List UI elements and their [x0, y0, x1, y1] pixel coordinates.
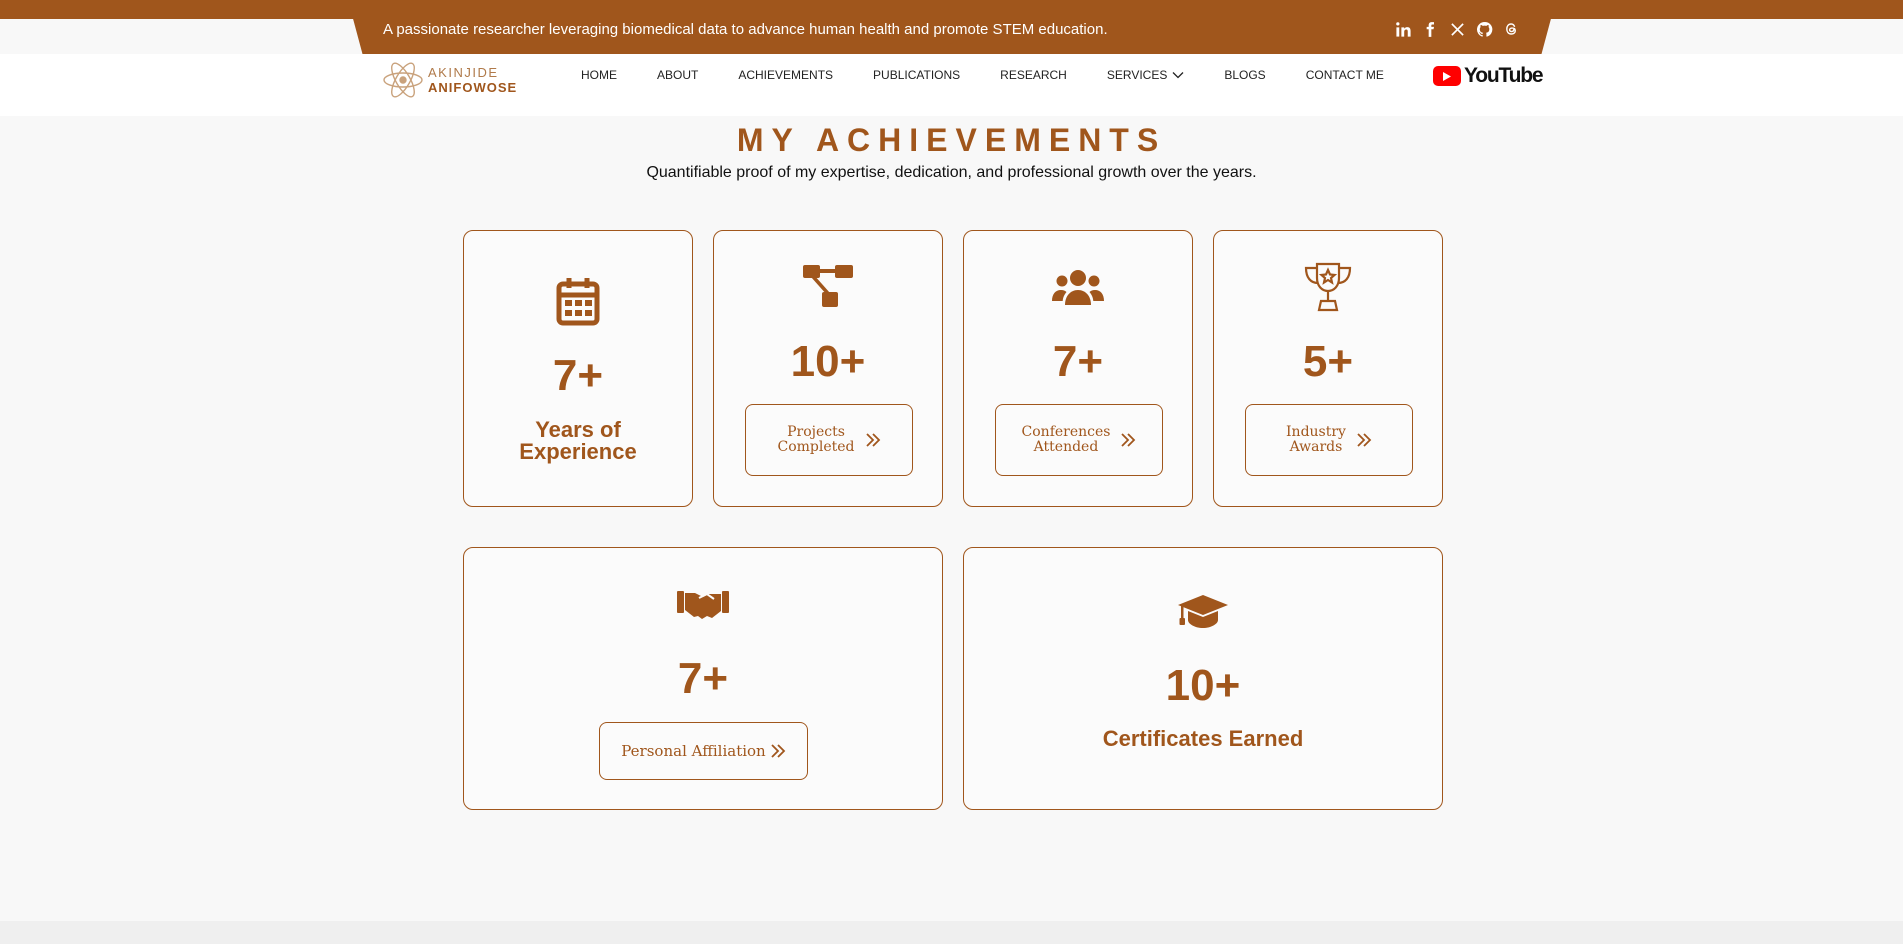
footer-strip [0, 921, 1903, 944]
handshake-icon [464, 586, 942, 620]
certificates-value: 10+ [1165, 661, 1241, 710]
top-bar: A passionate researcher leveraging biome… [0, 0, 1903, 54]
site-logo[interactable]: AKINJIDE ANIFOWOSE [382, 60, 517, 100]
nav-publications[interactable]: PUBLICATIONS [873, 68, 960, 82]
card-conferences: 7+ Conferences Attended [963, 230, 1193, 507]
affiliation-button-label: Personal Affiliation [621, 741, 766, 760]
projects-value: 10+ [790, 337, 866, 386]
affiliation-value: 7+ [677, 654, 729, 703]
projects-button[interactable]: Projects Completed [745, 404, 913, 476]
affiliation-button[interactable]: Personal Affiliation [599, 722, 808, 780]
projects-button-label: Projects Completed [777, 424, 855, 455]
certificates-label: Certificates Earned [1102, 726, 1304, 751]
section-title: MY ACHIEVEMENTS [736, 122, 1167, 158]
main-navbar: AKINJIDE ANIFOWOSE HOME ABOUT ACHIEVEMEN… [0, 54, 1903, 116]
tagline: A passionate researcher leveraging biome… [383, 21, 1108, 38]
users-icon [964, 269, 1192, 305]
nav-contact[interactable]: CONTACT ME [1306, 68, 1384, 82]
chevron-double-right-icon [1357, 433, 1372, 447]
logo-line-1: AKINJIDE [428, 65, 499, 80]
linkedin-icon[interactable] [1394, 20, 1412, 38]
experience-label: Years of Experience [519, 417, 637, 464]
calendar-icon [464, 275, 692, 327]
awards-value: 5+ [1302, 337, 1354, 386]
chevron-double-right-icon [1121, 433, 1136, 447]
nav-achievements[interactable]: ACHIEVEMENTS [738, 68, 833, 82]
github-icon[interactable] [1475, 20, 1493, 38]
project-diagram-icon [714, 264, 942, 308]
nav-about[interactable]: ABOUT [657, 68, 698, 82]
chevron-double-right-icon [865, 433, 880, 447]
x-icon[interactable] [1448, 20, 1466, 38]
nav-blogs[interactable]: BLOGS [1224, 68, 1265, 82]
card-experience: 7+ Years of Experience [463, 230, 693, 507]
youtube-link[interactable]: YouTube [1433, 64, 1544, 88]
conferences-button-label: Conferences Attended [1021, 424, 1111, 455]
youtube-play-icon [1433, 66, 1461, 86]
experience-value: 7+ [552, 351, 604, 400]
nav-services[interactable]: SERVICES [1107, 68, 1184, 82]
conferences-value: 7+ [1052, 337, 1104, 386]
threads-icon[interactable] [1502, 20, 1520, 38]
card-projects: 10+ Projects Completed [713, 230, 943, 507]
awards-button[interactable]: Industry Awards [1245, 404, 1413, 476]
conferences-button[interactable]: Conferences Attended [995, 404, 1163, 476]
social-links [1394, 20, 1520, 38]
youtube-wordmark: YouTube [1464, 64, 1544, 87]
trophy-icon [1214, 261, 1442, 313]
nav-menu: HOME ABOUT ACHIEVEMENTS PUBLICATIONS RES… [581, 68, 1384, 82]
nav-research[interactable]: RESEARCH [1000, 68, 1067, 82]
logo-text: AKINJIDE ANIFOWOSE [428, 65, 517, 95]
awards-button-label: Industry Awards [1286, 424, 1346, 455]
card-certificates: 10+ Certificates Earned [963, 547, 1443, 810]
nav-services-label: SERVICES [1106, 68, 1168, 82]
chevron-double-right-icon [771, 744, 785, 758]
atom-logo-icon [383, 62, 423, 98]
logo-line-2: ANIFOWOSE [428, 80, 518, 95]
section-subtitle: Quantifiable proof of my expertise, dedi… [646, 164, 1257, 181]
card-awards: 5+ Industry Awards [1213, 230, 1443, 507]
graduation-cap-icon [964, 594, 1442, 630]
facebook-icon[interactable] [1421, 20, 1439, 38]
card-affiliation: 7+ Personal Affiliation [463, 547, 943, 810]
nav-home[interactable]: HOME [581, 68, 617, 82]
chevron-down-icon [1172, 72, 1184, 79]
